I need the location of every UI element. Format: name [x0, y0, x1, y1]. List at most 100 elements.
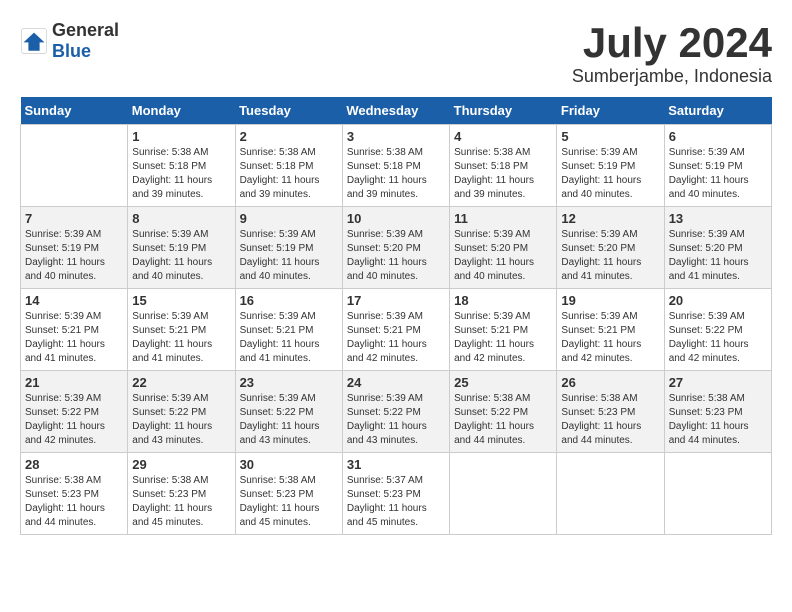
calendar-cell: 4Sunrise: 5:38 AM Sunset: 5:18 PM Daylig…: [450, 125, 557, 207]
day-info: Sunrise: 5:39 AM Sunset: 5:22 PM Dayligh…: [669, 310, 767, 366]
day-info: Sunrise: 5:39 AM Sunset: 5:21 PM Dayligh…: [347, 310, 445, 366]
day-info: Sunrise: 5:39 AM Sunset: 5:19 PM Dayligh…: [132, 228, 230, 284]
weekday-header-row: SundayMondayTuesdayWednesdayThursdayFrid…: [21, 97, 772, 125]
calendar-cell: 30 Sunrise: 5:38 AM Sunset: 5:23 PM Dayli…: [235, 453, 342, 535]
day-info: Sunrise: 5:39 AM Sunset: 5:19 PM Dayligh…: [669, 146, 767, 202]
day-number: 26: [561, 375, 659, 390]
calendar-cell: 29Sunrise: 5:38 AM Sunset: 5:23 PM Dayli…: [128, 453, 235, 535]
day-number: 6: [669, 129, 767, 144]
day-number: 30: [240, 457, 338, 472]
logo-icon: [20, 27, 48, 55]
logo-text-general: General: [52, 20, 119, 40]
day-number: 9: [240, 211, 338, 226]
calendar-cell: 14Sunrise: 5:39 AM Sunset: 5:21 PM Dayli…: [21, 289, 128, 371]
day-info: Sunrise: 5:39 AM Sunset: 5:22 PM Dayligh…: [25, 392, 123, 448]
day-number: 21: [25, 375, 123, 390]
calendar-cell: 23 Sunrise: 5:39 AM Sunset: 5:22 PM Dayli…: [235, 371, 342, 453]
logo: General Blue: [20, 20, 119, 62]
day-number: 24: [347, 375, 445, 390]
day-info: Sunrise: 5:39 AM Sunset: 5:22 PM Dayligh…: [132, 392, 230, 448]
calendar-cell: [450, 453, 557, 535]
day-info: Sunrise: 5:38 AM Sunset: 5:23 PM Dayligh…: [669, 392, 767, 448]
day-number: 23: [240, 375, 338, 390]
day-info: Sunrise: 5:38 AM Sunset: 5:22 PM Dayligh…: [454, 392, 552, 448]
calendar-week-row: 7Sunrise: 5:39 AM Sunset: 5:19 PM Daylig…: [21, 207, 772, 289]
calendar-cell: [557, 453, 664, 535]
calendar-cell: 12 Sunrise: 5:39 AM Sunset: 5:20 PM Dayli…: [557, 207, 664, 289]
day-info: Sunrise: 5:38 AM Sunset: 5:18 PM Dayligh…: [454, 146, 552, 202]
day-info: Sunrise: 5:38 AM Sunset: 5:18 PM Dayligh…: [132, 146, 230, 202]
calendar-cell: 1 Sunrise: 5:38 AM Sunset: 5:18 PM Daylig…: [128, 125, 235, 207]
calendar-table: SundayMondayTuesdayWednesdayThursdayFrid…: [20, 97, 772, 535]
calendar-cell: 21 Sunrise: 5:39 AM Sunset: 5:22 PM Dayli…: [21, 371, 128, 453]
day-info: Sunrise: 5:39 AM Sunset: 5:19 PM Dayligh…: [240, 228, 338, 284]
day-number: 25: [454, 375, 552, 390]
day-info: Sunrise: 5:38 AM Sunset: 5:18 PM Dayligh…: [240, 146, 338, 202]
day-info: Sunrise: 5:39 AM Sunset: 5:20 PM Dayligh…: [561, 228, 659, 284]
day-info: Sunrise: 5:39 AM Sunset: 5:22 PM Dayligh…: [240, 392, 338, 448]
month-year-title: July 2024: [572, 20, 772, 66]
weekday-header-tuesday: Tuesday: [235, 97, 342, 125]
calendar-cell: 25 Sunrise: 5:38 AM Sunset: 5:22 PM Dayli…: [450, 371, 557, 453]
calendar-cell: 5 Sunrise: 5:39 AM Sunset: 5:19 PM Daylig…: [557, 125, 664, 207]
day-number: 1: [132, 129, 230, 144]
day-number: 31: [347, 457, 445, 472]
calendar-cell: 11Sunrise: 5:39 AM Sunset: 5:20 PM Dayli…: [450, 207, 557, 289]
calendar-cell: 2Sunrise: 5:38 AM Sunset: 5:18 PM Daylig…: [235, 125, 342, 207]
day-number: 19: [561, 293, 659, 308]
calendar-cell: [21, 125, 128, 207]
calendar-cell: 20 Sunrise: 5:39 AM Sunset: 5:22 PM Dayli…: [664, 289, 771, 371]
day-info: Sunrise: 5:39 AM Sunset: 5:19 PM Dayligh…: [25, 228, 123, 284]
calendar-cell: 22 Sunrise: 5:39 AM Sunset: 5:22 PM Dayli…: [128, 371, 235, 453]
weekday-header-wednesday: Wednesday: [342, 97, 449, 125]
calendar-week-row: 1 Sunrise: 5:38 AM Sunset: 5:18 PM Daylig…: [21, 125, 772, 207]
calendar-cell: 18Sunrise: 5:39 AM Sunset: 5:21 PM Dayli…: [450, 289, 557, 371]
day-info: Sunrise: 5:39 AM Sunset: 5:21 PM Dayligh…: [25, 310, 123, 366]
calendar-cell: 19 Sunrise: 5:39 AM Sunset: 5:21 PM Dayli…: [557, 289, 664, 371]
calendar-cell: [664, 453, 771, 535]
day-number: 5: [561, 129, 659, 144]
day-info: Sunrise: 5:37 AM Sunset: 5:23 PM Dayligh…: [347, 474, 445, 530]
day-info: Sunrise: 5:38 AM Sunset: 5:23 PM Dayligh…: [561, 392, 659, 448]
day-info: Sunrise: 5:39 AM Sunset: 5:20 PM Dayligh…: [347, 228, 445, 284]
day-number: 18: [454, 293, 552, 308]
day-number: 22: [132, 375, 230, 390]
calendar-cell: 8 Sunrise: 5:39 AM Sunset: 5:19 PM Daylig…: [128, 207, 235, 289]
day-info: Sunrise: 5:38 AM Sunset: 5:23 PM Dayligh…: [240, 474, 338, 530]
calendar-cell: 3Sunrise: 5:38 AM Sunset: 5:18 PM Daylig…: [342, 125, 449, 207]
day-number: 16: [240, 293, 338, 308]
calendar-cell: 6 Sunrise: 5:39 AM Sunset: 5:19 PM Daylig…: [664, 125, 771, 207]
day-number: 8: [132, 211, 230, 226]
day-number: 12: [561, 211, 659, 226]
day-number: 29: [132, 457, 230, 472]
day-info: Sunrise: 5:39 AM Sunset: 5:22 PM Dayligh…: [347, 392, 445, 448]
day-number: 28: [25, 457, 123, 472]
day-number: 11: [454, 211, 552, 226]
day-info: Sunrise: 5:39 AM Sunset: 5:19 PM Dayligh…: [561, 146, 659, 202]
day-number: 20: [669, 293, 767, 308]
day-info: Sunrise: 5:39 AM Sunset: 5:21 PM Dayligh…: [132, 310, 230, 366]
calendar-cell: 10 Sunrise: 5:39 AM Sunset: 5:20 PM Dayli…: [342, 207, 449, 289]
calendar-cell: 31 Sunrise: 5:37 AM Sunset: 5:23 PM Dayli…: [342, 453, 449, 535]
weekday-header-sunday: Sunday: [21, 97, 128, 125]
calendar-cell: 24 Sunrise: 5:39 AM Sunset: 5:22 PM Dayli…: [342, 371, 449, 453]
calendar-cell: 17Sunrise: 5:39 AM Sunset: 5:21 PM Dayli…: [342, 289, 449, 371]
calendar-cell: 28Sunrise: 5:38 AM Sunset: 5:23 PM Dayli…: [21, 453, 128, 535]
day-info: Sunrise: 5:39 AM Sunset: 5:20 PM Dayligh…: [669, 228, 767, 284]
calendar-cell: 13Sunrise: 5:39 AM Sunset: 5:20 PM Dayli…: [664, 207, 771, 289]
calendar-cell: 15 Sunrise: 5:39 AM Sunset: 5:21 PM Dayli…: [128, 289, 235, 371]
calendar-week-row: 14Sunrise: 5:39 AM Sunset: 5:21 PM Dayli…: [21, 289, 772, 371]
calendar-week-row: 21 Sunrise: 5:39 AM Sunset: 5:22 PM Dayli…: [21, 371, 772, 453]
calendar-week-row: 28 Sunrise: 5:38 AM Sunset: 5:23 PM Dayli…: [21, 453, 772, 535]
weekday-header-saturday: Saturday: [664, 97, 771, 125]
weekday-header-thursday: Thursday: [450, 97, 557, 125]
page-header: General Blue July 2024 Sumberjambe, Indo…: [20, 20, 772, 87]
day-info: Sunrise: 5:39 AM Sunset: 5:21 PM Dayligh…: [561, 310, 659, 366]
calendar-cell: 9 Sunrise: 5:39 AM Sunset: 5:19 PM Daylig…: [235, 207, 342, 289]
weekday-header-monday: Monday: [128, 97, 235, 125]
day-number: 15: [132, 293, 230, 308]
logo-text-blue: Blue: [52, 41, 91, 61]
calendar-cell: 26 Sunrise: 5:38 AM Sunset: 5:23 PM Dayli…: [557, 371, 664, 453]
day-number: 3: [347, 129, 445, 144]
day-number: 10: [347, 211, 445, 226]
